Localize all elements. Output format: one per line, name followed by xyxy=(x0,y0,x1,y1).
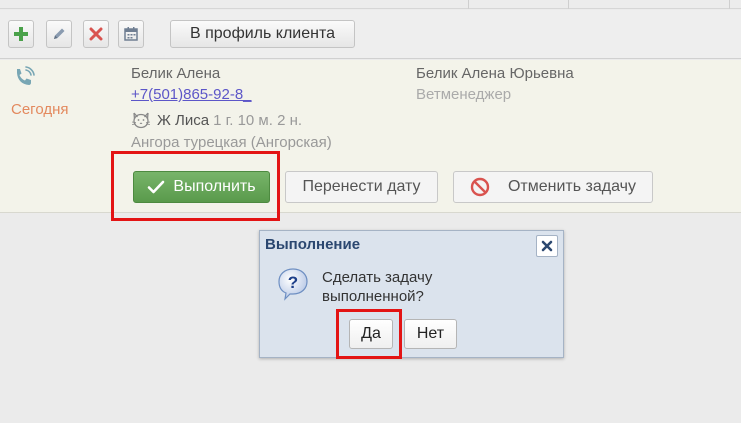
top-strip-divider xyxy=(468,0,469,9)
pet-name: Ж Лиса xyxy=(157,111,210,129)
client-phone-link[interactable]: +7(501)865-92-8_ xyxy=(131,86,252,103)
cat-icon xyxy=(131,112,151,129)
complete-task-button[interactable]: Выполнить xyxy=(133,171,270,203)
pet-info: Ж Лиса 1 г. 10 м. 2 н. xyxy=(131,111,302,129)
confirm-dialog: Выполнение ? Сделать задачу выполненной?… xyxy=(259,230,564,358)
calendar-icon xyxy=(124,27,138,41)
cancel-task-button[interactable]: Отменить задачу xyxy=(453,171,653,203)
calendar-button[interactable] xyxy=(118,20,144,48)
assignee-name: Белик Алена Юрьевна xyxy=(416,65,574,82)
cancel-task-label: Отменить задачу xyxy=(507,178,636,195)
reschedule-button[interactable]: Перенести дату xyxy=(285,171,438,203)
task-card: Сегодня Белик Алена +7(501)865-92-8_ Ж Л… xyxy=(0,60,741,221)
checkmark-icon xyxy=(148,180,165,194)
dialog-no-button[interactable]: Нет xyxy=(404,319,457,349)
assignee-role: Ветменеджер xyxy=(416,86,512,103)
close-icon xyxy=(89,27,103,41)
pencil-icon xyxy=(54,28,65,39)
phone-icon xyxy=(17,66,35,85)
no-entry-icon xyxy=(470,177,490,197)
top-strip xyxy=(0,0,741,9)
top-strip-divider xyxy=(568,0,569,9)
dialog-no-label: Нет xyxy=(416,325,445,342)
dialog-message: Сделать задачу выполненной? xyxy=(322,269,433,305)
edit-task-button[interactable] xyxy=(46,20,72,48)
toolbar: В профиль клиента xyxy=(0,10,741,59)
delete-task-button[interactable] xyxy=(83,20,109,48)
close-icon xyxy=(541,240,553,252)
svg-text:?: ? xyxy=(288,273,298,292)
task-date: Сегодня xyxy=(11,101,69,118)
client-profile-button[interactable]: В профиль клиента xyxy=(170,20,355,48)
dialog-title: Выполнение xyxy=(265,236,361,253)
reschedule-label: Перенести дату xyxy=(302,178,421,195)
complete-task-label: Выполнить xyxy=(173,178,256,195)
question-icon: ? xyxy=(278,268,308,301)
pet-breed: Ангора турецкая (Ангорская) xyxy=(131,134,332,151)
top-strip-divider xyxy=(729,0,730,9)
pet-age: 1 г. 10 м. 2 н. xyxy=(213,111,303,129)
plus-icon xyxy=(14,27,28,41)
add-task-button[interactable] xyxy=(8,20,34,48)
dialog-close-button[interactable] xyxy=(536,235,558,257)
client-name: Белик Алена xyxy=(131,65,221,82)
highlight-yes-button xyxy=(336,309,402,359)
